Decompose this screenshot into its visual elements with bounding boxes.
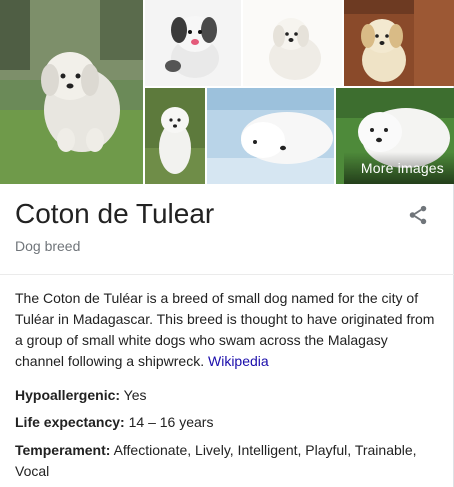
dog-image-3[interactable] — [243, 0, 342, 86]
share-button[interactable] — [404, 203, 432, 231]
fact-hypoallergenic: Hypoallergenic: Yes — [15, 385, 440, 406]
dog-image-4[interactable] — [344, 0, 454, 86]
dog-image-5[interactable] — [145, 88, 205, 184]
more-images-link[interactable]: More images — [344, 152, 454, 184]
fact-value: Yes — [123, 387, 147, 403]
fact-life-expectancy: Life expectancy: 14 – 16 years — [15, 412, 440, 433]
image-grid: More images — [0, 0, 454, 184]
wikipedia-link[interactable]: Wikipedia — [208, 353, 269, 369]
fact-label[interactable]: Hypoallergenic: — [15, 387, 120, 403]
fact-temperament: Temperament: Affectionate, Lively, Intel… — [15, 440, 440, 482]
more-images-label: More images — [360, 160, 444, 176]
fact-label[interactable]: Life expectancy: — [15, 414, 125, 430]
share-icon — [407, 204, 429, 231]
divider — [0, 274, 454, 275]
description: The Coton de Tuléar is a breed of small … — [15, 288, 440, 372]
fact-label[interactable]: Temperament: — [15, 442, 110, 458]
dog-image-2[interactable] — [145, 0, 241, 86]
knowledge-panel: More images Coton de Tulear Dog breed Th… — [0, 0, 454, 487]
fact-value: 14 – 16 years — [128, 414, 214, 430]
entity-title: Coton de Tulear — [15, 198, 215, 229]
dog-image-main[interactable] — [0, 0, 143, 184]
dog-image-6[interactable] — [207, 88, 334, 184]
entity-subtitle: Dog breed — [15, 238, 81, 254]
